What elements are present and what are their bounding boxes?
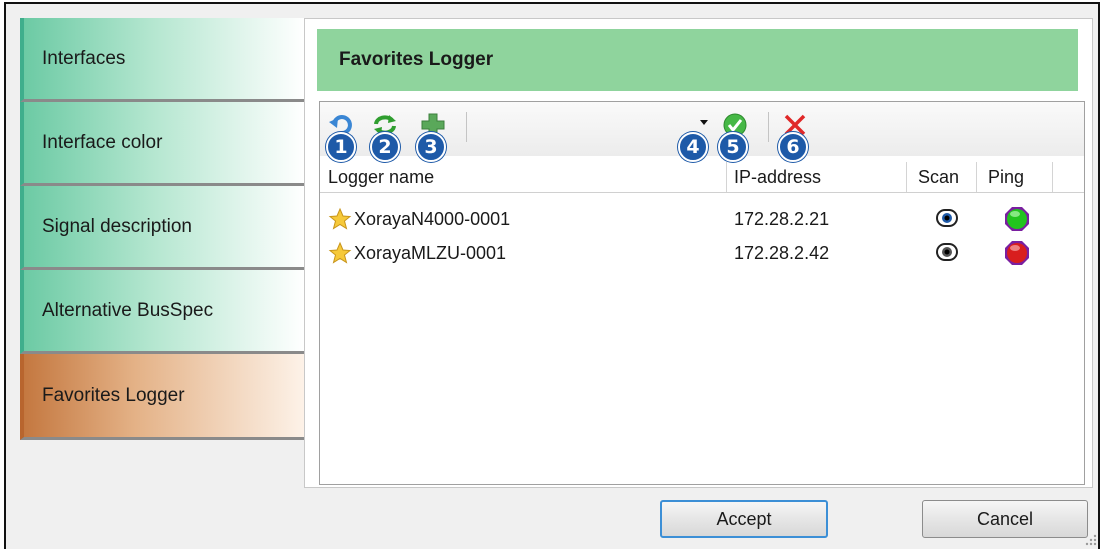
sidebar-item-label: Alternative BusSpec (42, 299, 214, 321)
ping-status-offline-icon (1005, 241, 1029, 265)
eye-icon[interactable] (936, 241, 958, 263)
toolbar-separator (466, 112, 467, 142)
favorite-star-icon (328, 207, 352, 230)
column-header-ping[interactable]: Ping (988, 164, 1024, 190)
callout-badge-2: 2 (370, 132, 400, 162)
column-header-scan[interactable]: Scan (918, 164, 959, 190)
favorite-star-icon (328, 241, 352, 264)
callout-badge-4: 4 (678, 132, 708, 162)
favorites-logger-panel: Favorites Logger 1 2 3 4 5 6 Logger name… (304, 18, 1093, 488)
ping-status-online-icon (1005, 207, 1029, 231)
table-row[interactable]: XorayaMLZU-0001 172.28.2.42 (320, 240, 1084, 266)
sidebar-item-label: Signal description (42, 215, 192, 237)
accept-button[interactable]: Accept (660, 500, 828, 538)
sidebar-item-signal-description[interactable]: Signal description (20, 186, 304, 270)
column-separator[interactable] (726, 162, 727, 192)
callout-badge-1: 1 (326, 132, 356, 162)
callout-badge-3: 3 (416, 132, 446, 162)
cancel-button[interactable]: Cancel (922, 500, 1088, 538)
sidebar-item-label: Interfaces (42, 47, 126, 69)
table-row[interactable]: XorayaN4000-0001 172.28.2.21 (320, 206, 1084, 232)
column-separator[interactable] (976, 162, 977, 192)
sidebar-item-interface-color[interactable]: Interface color (20, 102, 304, 186)
eye-icon[interactable] (936, 207, 958, 229)
toolbar-separator (768, 112, 769, 142)
callout-badge-6: 6 (778, 132, 808, 162)
sidebar-item-favorites-logger[interactable]: Favorites Logger (20, 354, 304, 440)
column-header-logger-name[interactable]: Logger name (328, 164, 434, 190)
dropdown-arrow-icon[interactable] (698, 116, 710, 128)
panel-title: Favorites Logger (317, 29, 1078, 91)
column-separator[interactable] (906, 162, 907, 192)
sidebar-item-alternative-busspec[interactable]: Alternative BusSpec (20, 270, 304, 354)
column-separator[interactable] (1052, 162, 1053, 192)
ip-address-cell: 172.28.2.42 (734, 242, 830, 263)
resize-grip-icon[interactable] (1084, 533, 1098, 547)
header-divider (320, 192, 1084, 193)
column-header-ip-address[interactable]: IP-address (734, 164, 821, 190)
logger-name-cell: XorayaMLZU-0001 (354, 242, 507, 263)
toolbar: 1 2 3 4 5 6 (320, 102, 1084, 162)
logger-name-cell: XorayaN4000-0001 (354, 208, 511, 229)
sidebar-item-label: Interface color (42, 131, 163, 153)
sidebar-item-label: Favorites Logger (42, 384, 185, 406)
logger-list[interactable]: 1 2 3 4 5 6 Logger name IP-address Scan … (319, 101, 1085, 485)
ip-address-cell: 172.28.2.21 (734, 208, 830, 229)
sidebar-item-interfaces[interactable]: Interfaces (20, 18, 304, 102)
callout-badge-5: 5 (718, 132, 748, 162)
